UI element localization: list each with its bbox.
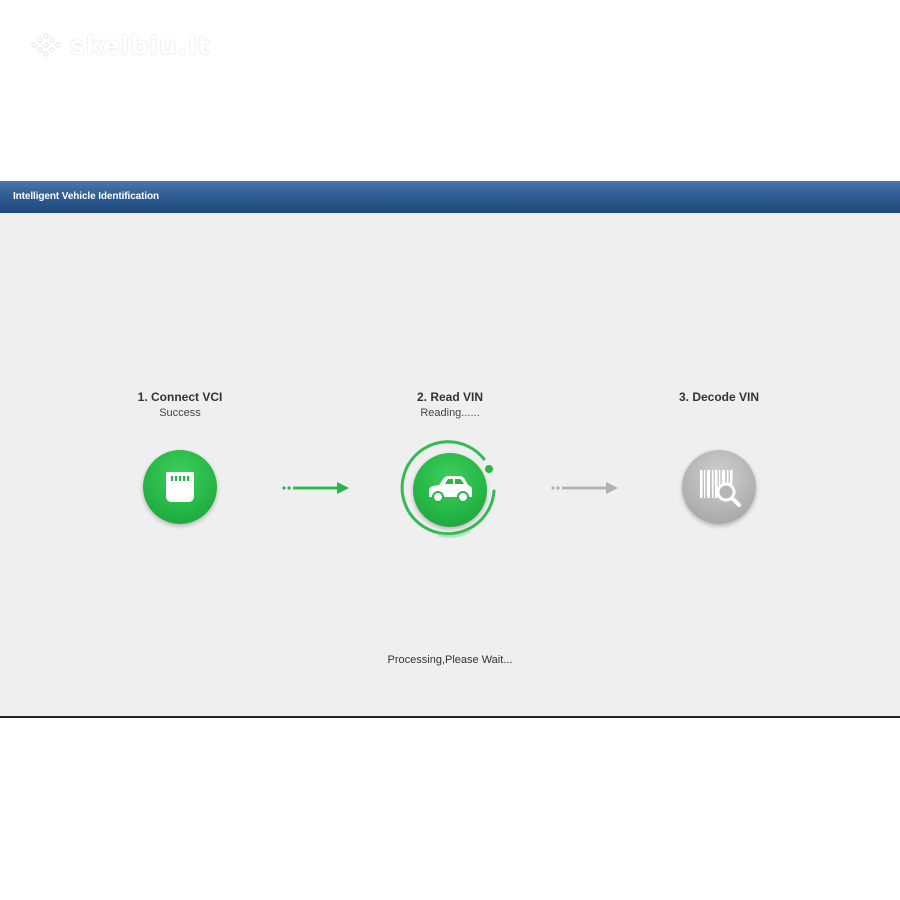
step-2-title: 2. Read VIN [416, 390, 484, 404]
step-3-badge [682, 450, 756, 524]
step-2-badge [413, 453, 487, 527]
step-1-badge [143, 450, 217, 524]
processing-message: Processing,Please Wait... [387, 654, 513, 666]
arrow-right-icon [282, 482, 349, 494]
title-bar: Intelligent Vehicle Identification [0, 181, 900, 213]
step-2-status: Reading...... [420, 407, 480, 419]
step-3-title: 3. Decode VIN [678, 390, 760, 404]
car-icon [429, 476, 472, 503]
watermark-logo-icon [31, 33, 61, 57]
barcode-search-icon [700, 470, 741, 507]
watermark-text: skelbiu.lt [70, 30, 211, 60]
window-title: Intelligent Vehicle Identification [13, 191, 160, 202]
step-1-title: 1. Connect VCI [137, 390, 223, 404]
app-screen: Intelligent Vehicle Identification 1. Co… [0, 181, 900, 718]
step-1-status: Success [159, 407, 201, 419]
arrow-right-icon [551, 482, 618, 494]
watermark: skelbiu.lt [30, 30, 211, 60]
vci-connector-icon [166, 472, 194, 502]
